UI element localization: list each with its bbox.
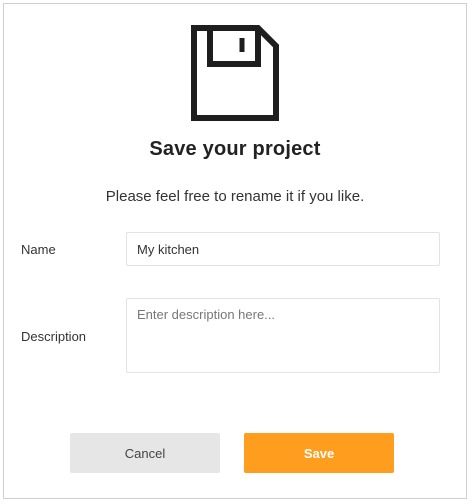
dialog-subtitle: Please feel free to rename it if you lik… bbox=[105, 188, 365, 205]
save-project-dialog: Save your project Please feel free to re… bbox=[3, 3, 467, 499]
description-textarea[interactable] bbox=[126, 298, 440, 373]
save-button[interactable]: Save bbox=[244, 433, 394, 473]
cancel-button[interactable]: Cancel bbox=[70, 433, 220, 473]
dialog-title: Save your project bbox=[149, 138, 321, 160]
floppy-disk-icon bbox=[191, 25, 279, 121]
name-input[interactable] bbox=[126, 232, 440, 266]
name-label: Name bbox=[21, 242, 56, 257]
description-label: Description bbox=[21, 329, 87, 344]
